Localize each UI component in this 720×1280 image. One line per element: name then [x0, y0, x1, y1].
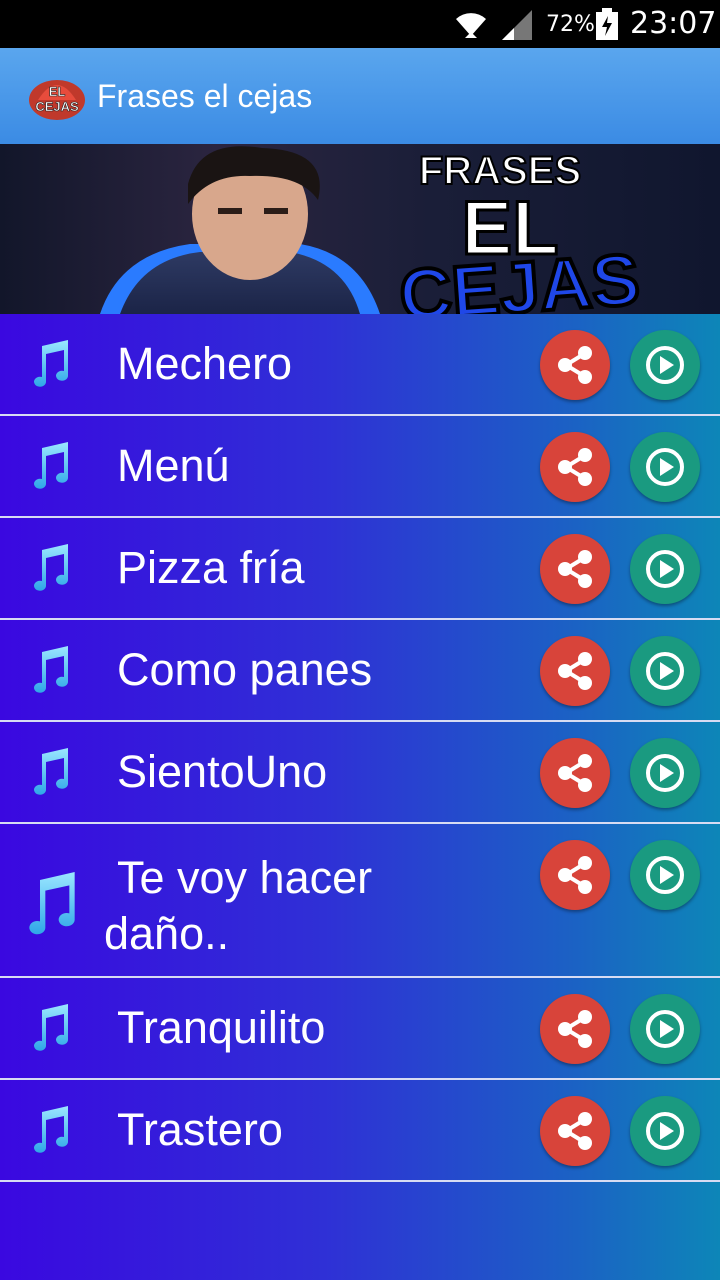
share-icon [558, 1010, 592, 1048]
list-item-label: Como panes [117, 644, 373, 695]
banner-artwork: FRASES EL CEJAS [100, 146, 644, 314]
signal-icon [502, 10, 532, 40]
play-button[interactable] [630, 636, 700, 706]
play-button[interactable] [630, 738, 700, 808]
share-button[interactable] [540, 534, 610, 604]
share-icon [558, 652, 592, 690]
svg-text:CEJAS: CEJAS [35, 99, 79, 114]
music-note-icon [30, 544, 72, 592]
play-icon [646, 346, 684, 384]
app-bar: EL CEJAS Frases el cejas [0, 48, 720, 144]
share-icon [558, 346, 592, 384]
music-note-icon [30, 340, 72, 388]
banner-title-line3: CEJAS [397, 240, 642, 314]
music-note-icon [30, 646, 72, 694]
list-item-label: Pizza fría [117, 542, 305, 593]
play-icon [646, 1112, 684, 1150]
play-icon [646, 1010, 684, 1048]
play-icon [646, 652, 684, 690]
app-title: Frases el cejas [97, 78, 313, 114]
list-item-label: Menú [117, 440, 230, 491]
battery-icon [596, 8, 618, 40]
play-button[interactable] [630, 432, 700, 502]
play-button[interactable] [630, 994, 700, 1064]
share-icon [558, 856, 592, 894]
list-item-label: SientoUno [117, 746, 328, 797]
share-button[interactable] [540, 994, 610, 1064]
phrases-list: Mechero Menú Pizza fría Como panes SientoUno… [0, 314, 720, 1182]
list-item[interactable]: Como panes [0, 620, 720, 722]
music-note-icon [30, 748, 72, 796]
play-icon [646, 856, 684, 894]
play-icon [646, 550, 684, 588]
app-logo: EL CEJAS [29, 80, 85, 120]
share-button[interactable] [540, 330, 610, 400]
play-button[interactable] [630, 330, 700, 400]
wifi-icon [456, 13, 486, 38]
list-item[interactable]: Pizza fría [0, 518, 720, 620]
list-item[interactable]: Trastero [0, 1080, 720, 1182]
share-button[interactable] [540, 840, 610, 910]
list-item[interactable]: Tranquilito [0, 978, 720, 1080]
play-button[interactable] [630, 534, 700, 604]
music-note-icon [24, 872, 80, 936]
share-button[interactable] [540, 432, 610, 502]
list-item[interactable]: Mechero [0, 314, 720, 416]
battery-percent: 72% [546, 12, 595, 37]
play-icon [646, 448, 684, 486]
clock: 23:07 [630, 6, 717, 41]
list-item-label: Trastero [117, 1104, 283, 1155]
music-note-icon [30, 1004, 72, 1052]
play-icon [646, 754, 684, 792]
share-button[interactable] [540, 738, 610, 808]
play-button[interactable] [630, 1096, 700, 1166]
list-item-label: Te voy hacer daño.. [104, 852, 373, 959]
list-item-label: Mechero [117, 338, 293, 389]
svg-text:EL: EL [49, 84, 66, 99]
header-banner: FRASES EL CEJAS [0, 144, 720, 314]
share-icon [558, 754, 592, 792]
share-icon [558, 1112, 592, 1150]
share-icon [558, 550, 592, 588]
list-item-label: Tranquilito [117, 1002, 326, 1053]
list-item[interactable]: Te voy hacer daño.. [0, 824, 720, 978]
music-note-icon [30, 442, 72, 490]
list-item[interactable]: SientoUno [0, 722, 720, 824]
music-note-icon [30, 1106, 72, 1154]
share-icon [558, 448, 592, 486]
status-bar: 72% 23:07 [0, 0, 720, 48]
list-item[interactable]: Menú [0, 416, 720, 518]
share-button[interactable] [540, 1096, 610, 1166]
play-button[interactable] [630, 840, 700, 910]
share-button[interactable] [540, 636, 610, 706]
